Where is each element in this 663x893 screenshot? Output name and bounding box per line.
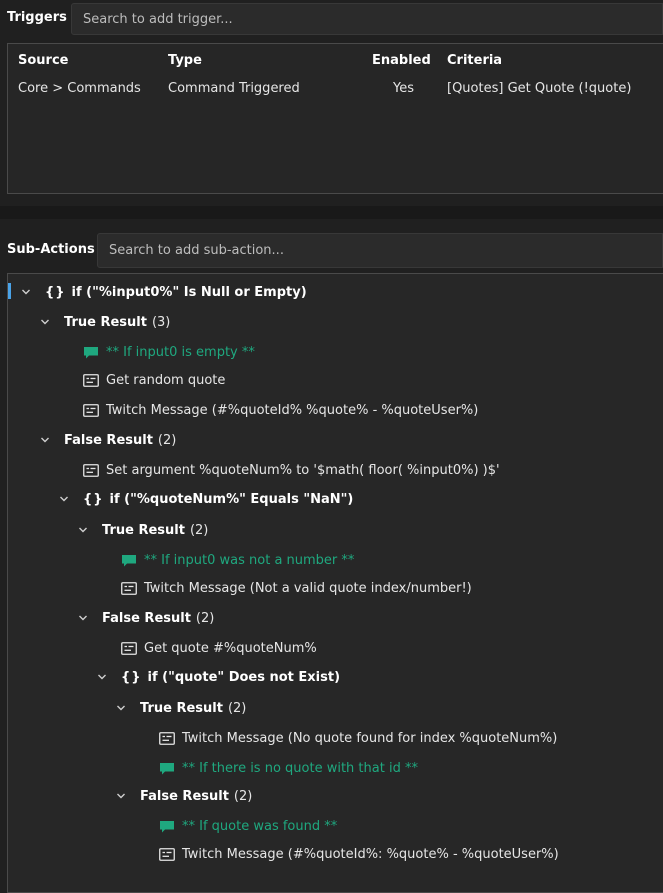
comment-icon [83, 346, 99, 359]
subaction-item[interactable]: Get quote #%quoteNum% [121, 637, 317, 659]
col-header-source[interactable]: Source [18, 53, 68, 68]
result-count: (2) [195, 610, 215, 626]
comment-text: ** If quote was found ** [182, 818, 338, 834]
subaction-item[interactable]: Get random quote [83, 369, 225, 391]
braces-icon: {} [83, 491, 104, 507]
triggers-label: Triggers [7, 10, 67, 25]
trigger-criteria-cell[interactable]: [Quotes] Get Quote (!quote) [447, 81, 631, 96]
comment-icon [159, 820, 175, 833]
chevron-down-icon[interactable] [95, 672, 109, 682]
subaction-search-input[interactable]: Search to add sub-action... [97, 233, 663, 268]
action-icon [121, 641, 137, 655]
comment-subaction[interactable]: ** If there is no quote with that id ** [159, 757, 418, 779]
subaction-label: Get random quote [106, 372, 226, 388]
chevron-down-icon[interactable] [38, 317, 52, 327]
braces-icon: {} [121, 669, 142, 685]
action-icon [83, 463, 99, 477]
col-header-enabled[interactable]: Enabled [372, 53, 431, 68]
subactions-label: Sub-Actions [7, 242, 95, 257]
false-result-group[interactable]: False Result (2) [38, 429, 176, 451]
subaction-item[interactable]: Twitch Message (No quote found for index… [159, 727, 557, 749]
section-divider [0, 206, 663, 219]
triggers-table: Source Type Enabled Criteria Core > Comm… [7, 43, 663, 194]
result-label: True Result [140, 700, 223, 716]
if-condition-label: if ("%input0%" Is Null or Empty) [71, 284, 307, 300]
chevron-down-icon[interactable] [114, 703, 128, 713]
true-result-group[interactable]: True Result (2) [76, 519, 208, 541]
action-icon [83, 403, 99, 417]
comment-subaction[interactable]: ** If input0 was not a number ** [121, 549, 354, 571]
chevron-down-icon[interactable] [76, 613, 90, 623]
true-result-group[interactable]: True Result (3) [38, 311, 170, 333]
action-icon [121, 581, 137, 595]
comment-subaction[interactable]: ** If quote was found ** [159, 815, 337, 837]
trigger-type-cell[interactable]: Command Triggered [168, 81, 300, 96]
result-count: (2) [189, 522, 209, 538]
chevron-down-icon[interactable] [38, 435, 52, 445]
action-icon [159, 847, 175, 861]
subaction-label: Set argument %quoteNum% to '$math( floor… [106, 462, 500, 478]
chevron-down-icon[interactable] [19, 287, 33, 297]
result-label: False Result [140, 788, 229, 804]
subaction-label: Twitch Message (No quote found for index… [182, 730, 558, 746]
trigger-source-cell[interactable]: Core > Commands [18, 81, 141, 96]
subaction-item[interactable]: Twitch Message (#%quoteId%: %quote% - %q… [159, 843, 559, 865]
chevron-down-icon[interactable] [57, 494, 71, 504]
col-header-type[interactable]: Type [168, 53, 202, 68]
result-count: (3) [151, 314, 171, 330]
comment-icon [121, 554, 137, 567]
subaction-label: Get quote #%quoteNum% [144, 640, 317, 656]
subactions-tree: {} if ("%input0%" Is Null or Empty) True R… [7, 273, 663, 893]
subaction-label: Twitch Message (#%quoteId%: %quote% - %q… [182, 846, 559, 862]
true-result-group[interactable]: True Result (2) [114, 697, 246, 719]
action-icon [159, 731, 175, 745]
if-condition-label: if ("quote" Does not Exist) [147, 669, 341, 685]
subaction-label: Twitch Message (Not a valid quote index/… [144, 580, 472, 596]
trigger-enabled-cell[interactable]: Yes [393, 81, 414, 96]
comment-text: ** If there is no quote with that id ** [182, 760, 418, 776]
result-label: False Result [102, 610, 191, 626]
false-result-group[interactable]: False Result (2) [114, 785, 252, 807]
chevron-down-icon[interactable] [114, 791, 128, 801]
braces-icon: {} [45, 284, 66, 300]
subaction-item[interactable]: Twitch Message (Not a valid quote index/… [121, 577, 472, 599]
comment-icon [159, 762, 175, 775]
comment-subaction[interactable]: ** If input0 is empty ** [83, 341, 255, 363]
if-block[interactable]: {} if ("%quoteNum%" Equals "NaN") [57, 488, 353, 510]
result-count: (2) [157, 432, 177, 448]
trigger-search-input[interactable]: Search to add trigger... [71, 3, 663, 35]
result-label: True Result [64, 314, 147, 330]
selection-indicator [8, 283, 11, 299]
result-label: False Result [64, 432, 153, 448]
subaction-item[interactable]: Twitch Message (#%quoteId% %quote% - %qu… [83, 399, 478, 421]
result-label: True Result [102, 522, 185, 538]
col-header-criteria[interactable]: Criteria [447, 53, 502, 68]
false-result-group[interactable]: False Result (2) [76, 607, 214, 629]
if-block[interactable]: {} if ("%input0%" Is Null or Empty) [19, 281, 307, 303]
result-count: (2) [227, 700, 247, 716]
action-icon [83, 373, 99, 387]
subaction-label: Twitch Message (#%quoteId% %quote% - %qu… [106, 402, 479, 418]
if-block[interactable]: {} if ("quote" Does not Exist) [95, 666, 340, 688]
chevron-down-icon[interactable] [76, 525, 90, 535]
comment-text: ** If input0 was not a number ** [144, 552, 355, 568]
comment-text: ** If input0 is empty ** [106, 344, 255, 360]
subaction-item[interactable]: Set argument %quoteNum% to '$math( floor… [83, 459, 500, 481]
result-count: (2) [233, 788, 253, 804]
if-condition-label: if ("%quoteNum%" Equals "NaN") [109, 491, 354, 507]
